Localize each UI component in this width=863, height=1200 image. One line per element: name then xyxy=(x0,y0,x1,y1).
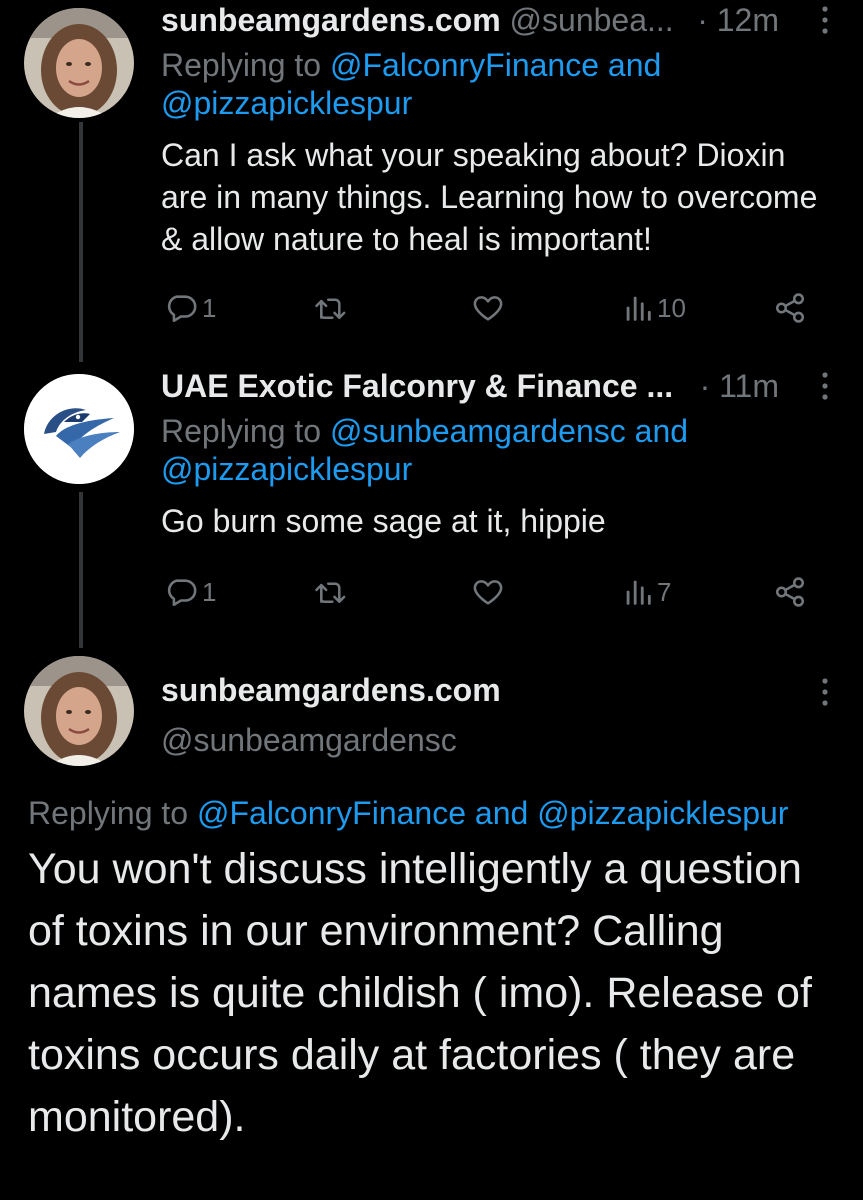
share-icon xyxy=(775,293,805,323)
view-count: 10 xyxy=(657,292,686,323)
more-options-icon[interactable] xyxy=(815,674,835,710)
share-button[interactable] xyxy=(773,572,807,612)
share-button[interactable] xyxy=(773,288,807,328)
mention-link[interactable]: @FalconryFinance xyxy=(330,47,599,83)
timestamp[interactable]: · 11m xyxy=(700,366,779,406)
replying-to: Replying to @FalconryFinance and @pizzap… xyxy=(161,47,662,121)
mention-link[interactable]: @pizzapicklespur xyxy=(537,795,788,831)
replying-to: Replying to @sunbeamgardensc and @pizzap… xyxy=(161,413,689,487)
tweet-text: Go burn some sage at it, hippie xyxy=(161,503,606,539)
reply-button[interactable]: 1 xyxy=(164,572,216,612)
views-icon xyxy=(626,296,651,321)
tweet-header: sunbeamgardens.com @sunbea... · 12m xyxy=(161,0,839,46)
avatar[interactable] xyxy=(24,656,134,766)
reply-button[interactable]: 1 xyxy=(164,288,216,328)
share-icon xyxy=(775,577,805,607)
like-button[interactable] xyxy=(471,288,505,328)
reply-count: 1 xyxy=(202,576,217,607)
tweet-actions: 1 7 xyxy=(161,572,811,612)
avatar[interactable] xyxy=(24,8,134,118)
user-handle[interactable]: @sunbea... xyxy=(510,2,674,38)
retweet-icon xyxy=(315,582,346,603)
tweet-body: UAE Exotic Falconry & Finance ... · 11m … xyxy=(161,366,839,542)
mention-link[interactable]: @FalconryFinance xyxy=(197,795,466,831)
display-name[interactable]: sunbeamgardens.com xyxy=(161,670,839,710)
main-tweet-header: sunbeamgardens.com @sunbeamgardensc xyxy=(161,670,839,760)
heart-icon xyxy=(473,580,503,605)
tweet-text: Can I ask what your speaking about? Diox… xyxy=(161,137,818,257)
retweet-button[interactable] xyxy=(313,572,349,612)
mention-link[interactable]: @sunbeamgardensc xyxy=(330,413,626,449)
timestamp[interactable]: · 12m xyxy=(697,0,779,40)
tweet-header: UAE Exotic Falconry & Finance ... · 11m xyxy=(161,366,839,412)
main-tweet-text: You won't discuss intelligently a questi… xyxy=(28,845,812,1141)
user-handle[interactable]: @sunbeamgardensc xyxy=(161,720,839,760)
like-button[interactable] xyxy=(471,572,505,612)
tweet-body: sunbeamgardens.com @sunbea... · 12m Repl… xyxy=(161,0,839,260)
more-options-icon[interactable] xyxy=(815,368,835,404)
retweet-icon xyxy=(315,298,346,319)
reply-count: 1 xyxy=(202,292,217,323)
heart-icon xyxy=(473,296,503,321)
display-name[interactable]: UAE Exotic Falconry & Finance ... xyxy=(161,368,673,404)
reply-icon xyxy=(167,579,197,607)
reply-icon xyxy=(167,295,197,323)
views-button[interactable]: 10 xyxy=(623,288,686,328)
avatar[interactable] xyxy=(24,374,134,484)
mention-link[interactable]: @pizzapicklespur xyxy=(161,451,412,487)
mention-link[interactable]: @pizzapicklespur xyxy=(161,85,412,121)
more-options-icon[interactable] xyxy=(815,2,835,38)
replying-to: Replying to @FalconryFinance and @pizzap… xyxy=(28,795,789,831)
views-icon xyxy=(626,580,651,605)
view-count: 7 xyxy=(657,576,672,607)
views-button[interactable]: 7 xyxy=(623,572,671,612)
retweet-button[interactable] xyxy=(313,288,349,328)
tweet-actions: 1 10 xyxy=(161,288,811,328)
display-name[interactable]: sunbeamgardens.com xyxy=(161,2,501,38)
